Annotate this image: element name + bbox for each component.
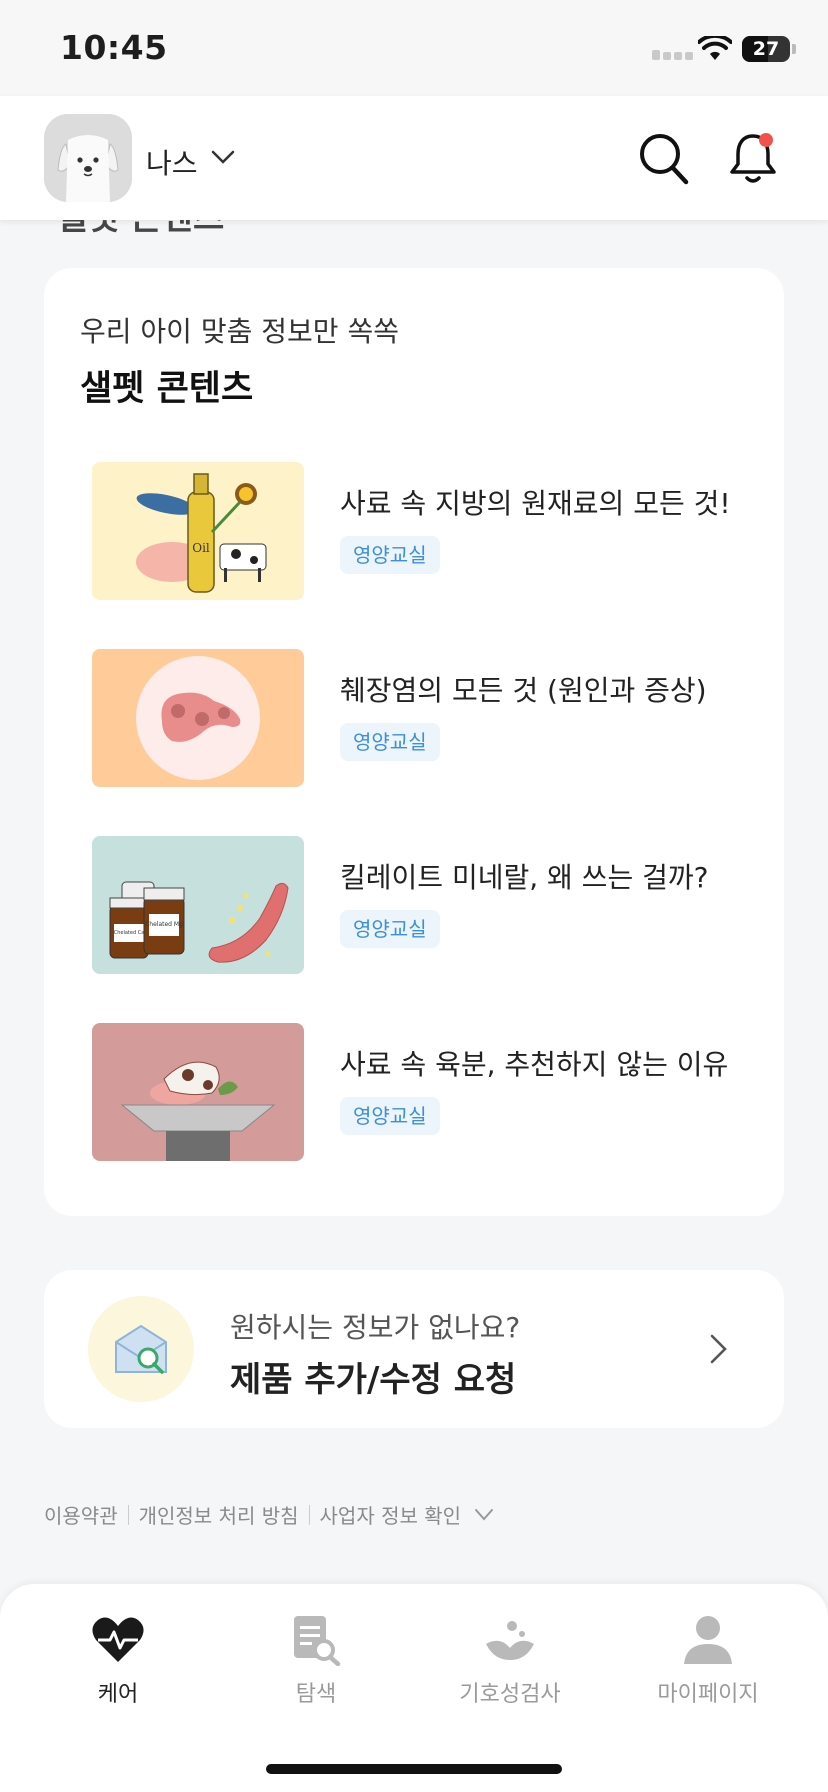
pancreas-thumbnail (92, 649, 304, 787)
chevron-right-icon (710, 1334, 727, 1364)
divider (308, 1504, 310, 1525)
chelated-mineral-thumbnail: Chelated Ca Chelated Mg (92, 836, 304, 974)
taste-test-icon (486, 1621, 534, 1660)
oil-label: Oil (192, 541, 210, 555)
tab-label: 마이페이지 (657, 1682, 759, 1707)
footer-links: 이용약관 개인정보 처리 방침 사업자 정보 확인 (44, 1500, 495, 1529)
mail-search-icon-wrap (88, 1296, 194, 1402)
oil-ingredients-thumbnail: Oil (92, 462, 304, 600)
bell-icon[interactable] (728, 130, 778, 186)
cellular-signal-icon (652, 50, 693, 60)
content-card: 우리 아이 맞춤 정보만 쏙쏙 샐펫 콘텐츠 Oil 사료 속 지방의 원재료의… (44, 268, 784, 1216)
category-badge: 영양교실 (340, 1097, 440, 1135)
status-bar: 10:45 27 (0, 0, 828, 96)
category-badge: 영양교실 (340, 910, 440, 948)
tab-explore[interactable]: 탐색 (236, 1614, 396, 1708)
content-item-title: 췌장염의 모든 것 (원인과 증상) (340, 674, 707, 707)
battery-icon: 27 (742, 36, 790, 62)
meat-meal-thumbnail (92, 1023, 304, 1161)
divider (127, 1504, 129, 1525)
bottom-tab-bar: 케어 탐색 기호성검사 마이페이지 (0, 1584, 828, 1792)
chelated-ca-label: Chelated Ca (114, 930, 145, 936)
tab-label: 케어 (97, 1682, 139, 1707)
document-search-icon (294, 1616, 341, 1666)
content-item-title: 사료 속 지방의 원재료의 모든 것! (340, 487, 731, 520)
privacy-link[interactable]: 개인정보 처리 방침 (139, 1500, 299, 1529)
battery-tip (792, 44, 796, 54)
content-item-title: 킬레이트 미네랄, 왜 쓰는 걸까? (340, 861, 709, 894)
pet-name[interactable]: 나스 (146, 142, 198, 182)
battery-level: 27 (752, 38, 780, 60)
request-question: 원하시는 정보가 없나요? (230, 1311, 521, 1344)
product-request-card[interactable]: 원하시는 정보가 없나요? 제품 추가/수정 요청 (44, 1270, 784, 1428)
person-icon (684, 1616, 732, 1664)
content-item[interactable]: Oil 사료 속 지방의 원재료의 모든 것! 영양교실 (92, 462, 752, 602)
tab-care[interactable]: 케어 (38, 1614, 198, 1708)
search-icon[interactable] (638, 132, 690, 186)
chelated-mg-label: Chelated Mg (145, 921, 183, 928)
tab-my-page[interactable]: 마이페이지 (628, 1614, 788, 1708)
tab-taste-test[interactable]: 기호성검사 (430, 1614, 590, 1708)
category-badge: 영양교실 (340, 723, 440, 761)
wifi-icon (698, 36, 732, 60)
dog-avatar-icon (44, 114, 132, 202)
tab-label: 기호성검사 (459, 1682, 561, 1707)
pet-avatar[interactable] (44, 114, 132, 202)
card-title: 샐펫 콘텐츠 (80, 369, 254, 409)
content-item[interactable]: Chelated Ca Chelated Mg 킬레이트 미네랄, 왜 쓰는 걸… (92, 836, 752, 976)
status-time: 10:45 (60, 28, 168, 67)
request-title: 제품 추가/수정 요청 (230, 1360, 517, 1400)
tab-label: 탐색 (295, 1682, 337, 1707)
terms-link[interactable]: 이용약관 (44, 1500, 118, 1529)
category-badge: 영양교실 (340, 536, 440, 574)
heart-pulse-icon (92, 1617, 144, 1662)
mail-search-icon (115, 1324, 167, 1374)
chevron-down-icon[interactable] (473, 1507, 495, 1523)
home-indicator (266, 1764, 562, 1774)
content-item[interactable]: 췌장염의 모든 것 (원인과 증상) 영양교실 (92, 649, 752, 789)
chevron-down-icon[interactable] (210, 146, 236, 168)
content-item[interactable]: 사료 속 육분, 추천하지 않는 이유 영양교실 (92, 1023, 752, 1163)
card-subtitle: 우리 아이 맞춤 정보만 쏙쏙 (80, 315, 399, 348)
top-app-bar: 나스 (0, 96, 828, 220)
business-info-link[interactable]: 사업자 정보 확인 (320, 1500, 462, 1529)
content-item-title: 사료 속 육분, 추천하지 않는 이유 (340, 1048, 729, 1081)
